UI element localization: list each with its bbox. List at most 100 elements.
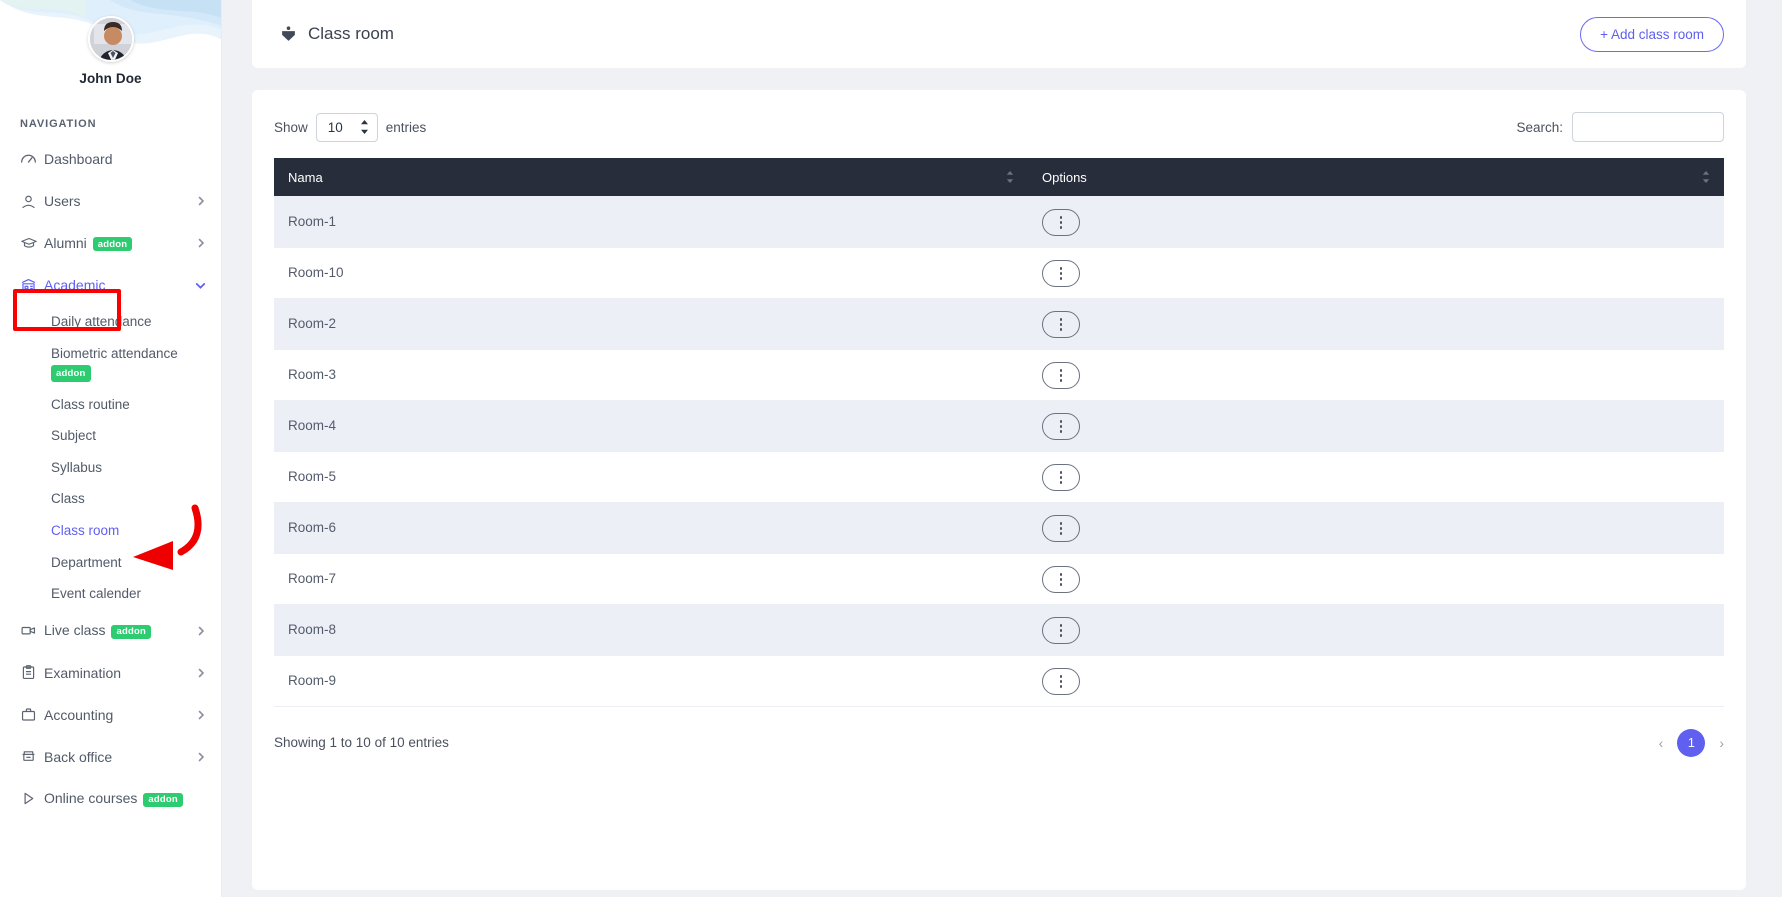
page-header-bar: Class room + Add class room	[252, 0, 1746, 68]
sidebar-item-alumni[interactable]: Alumni addon	[0, 222, 221, 264]
cell-options	[1028, 451, 1724, 503]
table-row[interactable]: Room-2	[274, 298, 1724, 350]
sidebar-subitem-event-calender[interactable]: Event calender	[0, 578, 221, 610]
sidebar-subitem-subject[interactable]: Subject	[0, 420, 221, 452]
sidebar-subitem-biometric-attendance[interactable]: Biometric attendance addon	[0, 338, 221, 389]
sidebar-item-label: Back office	[44, 748, 113, 765]
cell-options	[1028, 298, 1724, 350]
page-title-group: Class room	[280, 24, 394, 44]
profile-block: John Doe	[0, 0, 221, 86]
kebab-menu-icon	[1059, 318, 1063, 332]
page-title: Class room	[308, 24, 394, 43]
sort-icon	[1006, 171, 1014, 183]
sidebar-subitem-daily-attendance[interactable]: Daily attendance	[0, 306, 221, 338]
data-table-card: Show 10 25 50 100 entries	[252, 90, 1746, 890]
pagination-next-button[interactable]: ›	[1719, 736, 1724, 750]
briefcase-icon	[20, 706, 44, 723]
table-row[interactable]: Room-6	[274, 502, 1724, 554]
video-camera-icon	[20, 622, 44, 639]
table-row[interactable]: Room-9	[274, 655, 1724, 707]
kebab-menu-icon	[1059, 573, 1063, 587]
table-row[interactable]: Room-5	[274, 451, 1724, 503]
pagination-page-1-button[interactable]: 1	[1677, 728, 1706, 757]
sidebar-item-accounting[interactable]: Accounting	[0, 694, 221, 736]
chevron-right-icon	[195, 195, 207, 207]
chevron-down-icon	[194, 279, 207, 292]
kebab-menu-icon	[1059, 522, 1063, 536]
row-options-kebab-button[interactable]	[1042, 464, 1080, 492]
pagination: ‹ 1 ›	[1659, 728, 1724, 757]
book-icon	[280, 25, 297, 43]
chevron-right-icon	[195, 667, 207, 679]
sidebar-item-label: Alumni addon	[44, 235, 195, 252]
table-row[interactable]: Room-8	[274, 604, 1724, 656]
sidebar-item-live-class[interactable]: Live class addon	[0, 610, 221, 652]
sidebar-item-examination[interactable]: Examination	[0, 652, 221, 694]
cell-name: Room-1	[274, 196, 1028, 248]
row-options-kebab-button[interactable]	[1042, 260, 1080, 288]
row-options-kebab-button[interactable]	[1042, 208, 1080, 236]
row-options-kebab-button[interactable]	[1042, 566, 1080, 594]
graduation-cap-icon	[20, 234, 44, 252]
search-input[interactable]	[1572, 112, 1724, 142]
pagination-prev-button[interactable]: ‹	[1659, 736, 1664, 750]
sidebar-item-online-courses[interactable]: Online courses addon	[0, 778, 221, 820]
table-header-row: Nama Options	[274, 158, 1724, 196]
academic-submenu: Daily attendance Biometric attendance add…	[0, 306, 221, 610]
sidebar-item-users[interactable]: Users	[0, 180, 221, 222]
table-head: Nama Options	[274, 158, 1724, 196]
kebab-menu-icon	[1059, 216, 1063, 229]
table-row[interactable]: Room-1	[274, 196, 1724, 248]
class-room-table: Nama Options Room-1 Room-10 Room-2 Room-…	[274, 158, 1724, 707]
sidebar-item-dashboard[interactable]: Dashboard	[0, 138, 221, 180]
kebab-menu-icon	[1059, 471, 1063, 485]
profile-name: John Doe	[79, 71, 142, 86]
row-options-kebab-button[interactable]	[1042, 413, 1080, 441]
row-options-kebab-button[interactable]	[1042, 515, 1080, 543]
sidebar-subitem-class-routine[interactable]: Class routine	[0, 389, 221, 421]
table-row[interactable]: Room-4	[274, 400, 1724, 452]
kebab-menu-icon	[1059, 420, 1063, 434]
column-header-options[interactable]: Options	[1028, 158, 1724, 196]
printer-icon	[20, 748, 44, 765]
sidebar-item-label: Accounting	[44, 706, 114, 723]
sort-icon	[1702, 171, 1710, 183]
show-entries-control: Show 10 25 50 100 entries	[274, 112, 427, 142]
table-row[interactable]: Room-3	[274, 349, 1724, 401]
sidebar-item-label: Academic	[44, 277, 106, 293]
cell-options	[1028, 553, 1724, 605]
cell-options	[1028, 604, 1724, 656]
main-content: Class room + Add class room Show 10 25 5…	[222, 0, 1782, 897]
cell-options	[1028, 655, 1724, 707]
sidebar-subitem-department[interactable]: Department	[0, 547, 221, 579]
sidebar-item-back-office[interactable]: Back office	[0, 736, 221, 778]
sidebar-subitem-class[interactable]: Class	[0, 483, 221, 515]
cell-name: Room-6	[274, 502, 1028, 554]
chevron-right-icon	[195, 751, 207, 763]
search-control: Search:	[1516, 112, 1724, 142]
column-header-nama[interactable]: Nama	[274, 158, 1028, 196]
row-options-kebab-button[interactable]	[1042, 311, 1080, 339]
cell-options	[1028, 502, 1724, 554]
table-row[interactable]: Room-7	[274, 553, 1724, 605]
cell-name: Room-7	[274, 553, 1028, 605]
kebab-menu-icon	[1059, 675, 1063, 689]
cell-name: Room-9	[274, 655, 1028, 707]
addon-badge: addon	[111, 624, 151, 639]
row-options-kebab-button[interactable]	[1042, 617, 1080, 645]
add-class-room-button[interactable]: + Add class room	[1580, 16, 1724, 52]
sidebar-subitem-syllabus[interactable]: Syllabus	[0, 452, 221, 484]
page-length-select[interactable]: 10 25 50 100	[315, 112, 378, 142]
academic-building-icon	[20, 277, 44, 294]
entries-label: entries	[385, 119, 427, 135]
sidebar-subitem-class-room[interactable]: Class room	[0, 515, 221, 547]
table-row[interactable]: Room-10	[274, 247, 1724, 299]
avatar[interactable]	[87, 16, 134, 62]
nav-section-heading: NAVIGATION	[20, 118, 97, 130]
row-options-kebab-button[interactable]	[1042, 668, 1080, 696]
cell-name: Room-8	[274, 604, 1028, 656]
row-options-kebab-button[interactable]	[1042, 362, 1080, 390]
table-controls: Show 10 25 50 100 entries	[274, 112, 1724, 158]
showing-entries-text: Showing 1 to 10 of 10 entries	[274, 735, 449, 750]
sidebar-item-academic[interactable]: Academic	[0, 264, 221, 306]
